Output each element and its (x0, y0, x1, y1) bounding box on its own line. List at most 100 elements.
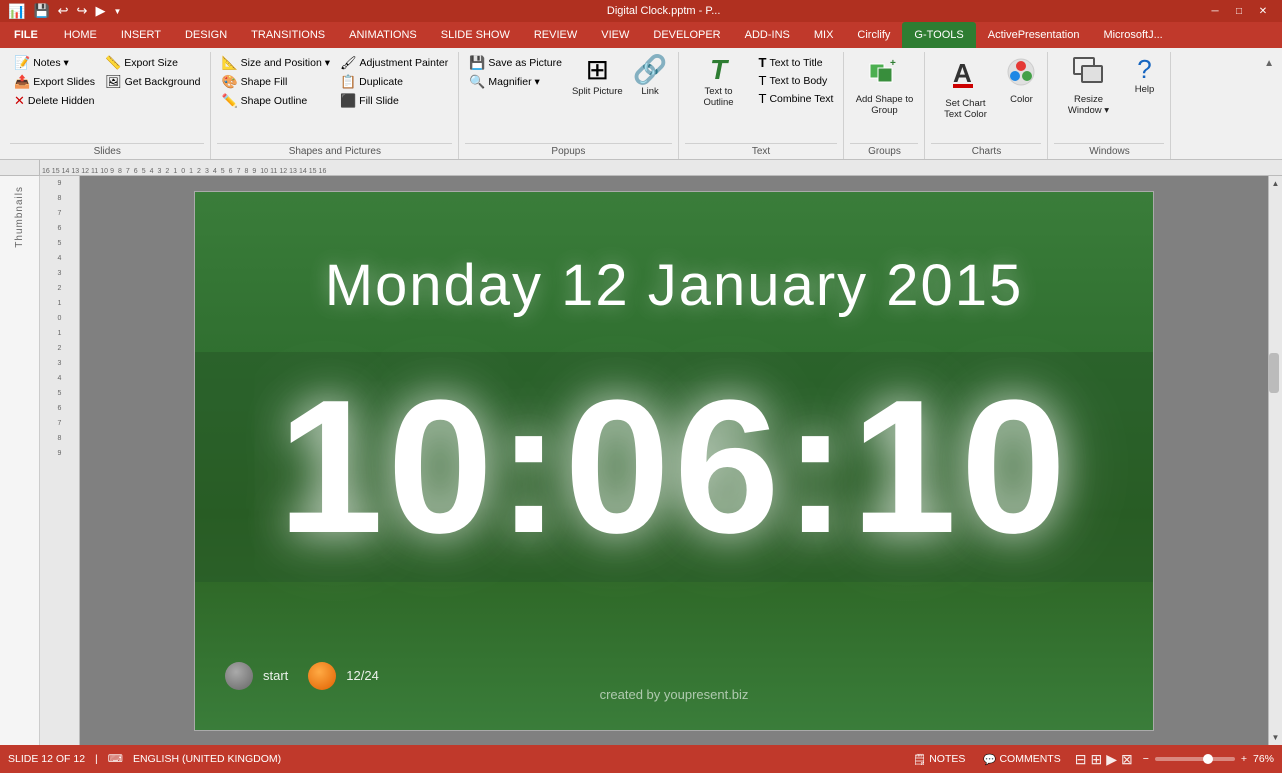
comments-status-button[interactable]: 💬 COMMENTS (979, 751, 1064, 768)
slide-workspace[interactable]: Monday 12 January 2015 10:06:10 created … (80, 176, 1268, 745)
help-button[interactable]: ? Help (1124, 54, 1164, 97)
tab-design[interactable]: DESIGN (173, 22, 239, 48)
clock-band: 10:06:10 (195, 352, 1153, 582)
vertical-scrollbar[interactable]: ▲ ▼ (1268, 176, 1282, 745)
windows-group-content: Resize Window ▾ ? Help (1054, 52, 1164, 143)
delete-hidden-button[interactable]: ✕ Delete Hidden (10, 92, 99, 110)
text-to-title-button[interactable]: T Text to Title (755, 54, 838, 71)
ruler-horizontal: 16 15 14 13 12 11 10 9 8 7 6 5 4 3 2 1 0… (40, 160, 1282, 176)
adjustment-painter-button[interactable]: 🖌 Adjustment Painter (336, 54, 452, 72)
export-size-button[interactable]: 📏 Export Size (101, 54, 204, 72)
magnifier-icon: 🔍 (469, 74, 485, 90)
quick-access-toolbar: 💾 ↩ ↪ ▶ ▼ (31, 2, 123, 20)
add-shape-group-button[interactable]: + Add Shape to Group (850, 54, 918, 119)
fill-slide-button[interactable]: ⬛ Fill Slide (336, 92, 452, 110)
window-title: Digital Clock.pptm - P... (123, 5, 1204, 17)
zoom-thumb[interactable] (1203, 754, 1213, 764)
scroll-thumb[interactable] (1269, 353, 1279, 393)
tab-microsoft[interactable]: MicrosoftJ... (1091, 22, 1174, 48)
slideshow-icon[interactable]: ⊠ (1121, 751, 1133, 768)
tab-insert[interactable]: INSERT (109, 22, 173, 48)
split-picture-icon: ⊞ (586, 56, 609, 84)
tab-view[interactable]: VIEW (589, 22, 641, 48)
tab-review[interactable]: REVIEW (522, 22, 589, 48)
zoom-plus-icon[interactable]: + (1241, 753, 1247, 765)
zoom-minus-icon[interactable]: − (1143, 753, 1149, 765)
run-qat-icon[interactable]: ▶ (93, 2, 107, 20)
text-outline-icon: T (710, 56, 727, 84)
save-as-picture-button[interactable]: 💾 Save as Picture (465, 54, 566, 72)
text-group-content: T Text to Outline T Text to Title T Text… (685, 52, 838, 143)
shape-fill-button[interactable]: 🎨 Shape Fill (217, 73, 334, 91)
scroll-down-arrow[interactable]: ▼ (1272, 730, 1280, 745)
reading-view-icon[interactable]: ▶ (1106, 751, 1117, 768)
duplicate-icon: 📋 (340, 74, 356, 90)
minimize-button[interactable]: ─ (1204, 0, 1226, 22)
ribbon-collapse-button[interactable]: ▲ (1260, 52, 1278, 159)
tab-addins[interactable]: ADD-INS (733, 22, 802, 48)
thumbnails-panel: Thumbnails (0, 176, 40, 745)
tab-gtools[interactable]: G-TOOLS (902, 22, 975, 48)
notes-button[interactable]: 📝 Notes ▾ (10, 54, 99, 72)
split-picture-button[interactable]: ⊞ Split Picture (568, 54, 627, 99)
slide-bottom: start 12/24 (195, 662, 1153, 690)
normal-view-icon[interactable]: ⊟ (1075, 751, 1087, 768)
get-background-button[interactable]: 🖼 Get Background (101, 73, 204, 91)
toggle-circle-button[interactable] (308, 662, 336, 690)
combine-text-button[interactable]: T Combine Text (755, 90, 838, 107)
set-chart-text-color-button[interactable]: A Set Chart Text Color (931, 54, 999, 123)
windows-group-label: Windows (1054, 143, 1164, 159)
tab-circlify[interactable]: Circlify (845, 22, 902, 48)
svg-text:A: A (953, 58, 972, 88)
export-slides-button[interactable]: 📤 Export Slides (10, 73, 99, 91)
clock-time: 10:06:10 (278, 372, 1071, 562)
tab-developer[interactable]: DEVELOPER (641, 22, 732, 48)
add-shape-group-icon: + (868, 56, 900, 92)
text-to-body-button[interactable]: T Text to Body (755, 72, 838, 89)
zoom-level[interactable]: 76% (1253, 753, 1274, 765)
resize-window-icon (1072, 56, 1104, 92)
redo-qat-icon[interactable]: ↪ (75, 2, 90, 20)
ribbon-group-slides: 📝 Notes ▾ 📤 Export Slides ✕ Delete Hidde… (4, 52, 211, 159)
shape-outline-button[interactable]: ✏️ Shape Outline (217, 92, 334, 110)
tab-home[interactable]: HOME (52, 22, 109, 48)
scroll-up-arrow[interactable]: ▲ (1272, 176, 1280, 191)
color-button[interactable]: Color (1001, 54, 1041, 107)
slides-group-content: 📝 Notes ▾ 📤 Export Slides ✕ Delete Hidde… (10, 52, 204, 143)
shape-outline-icon: ✏️ (221, 93, 237, 109)
ruler-area: 16 15 14 13 12 11 10 9 8 7 6 5 4 3 2 1 0… (0, 160, 1282, 176)
tab-file[interactable]: FILE (0, 22, 52, 48)
zoom-control: − + 76% (1143, 753, 1274, 765)
popups-col-sub: 💾 Save as Picture 🔍 Magnifier ▾ (465, 54, 566, 115)
shapes-group-content: 📐 Size and Position ▾ 🎨 Shape Fill ✏️ Sh… (217, 52, 452, 143)
link-button[interactable]: 🔗 Link (629, 54, 672, 99)
help-icon: ? (1137, 56, 1151, 82)
export-slides-icon: 📤 (14, 74, 30, 90)
notes-status-button[interactable]: 🗒 NOTES (909, 751, 970, 768)
undo-qat-icon[interactable]: ↩ (56, 2, 71, 20)
notes-status-label: NOTES (929, 753, 965, 765)
save-qat-icon[interactable]: 💾 (31, 2, 51, 20)
tab-mix[interactable]: MIX (802, 22, 846, 48)
scroll-track[interactable] (1269, 191, 1282, 730)
tab-active-presentation[interactable]: ActivePresentation (976, 22, 1092, 48)
maximize-button[interactable]: □ (1228, 0, 1250, 22)
text-to-outline-button[interactable]: T Text to Outline (685, 54, 753, 111)
size-position-button[interactable]: 📐 Size and Position ▾ (217, 54, 334, 72)
zoom-slider[interactable] (1155, 757, 1235, 761)
duplicate-button[interactable]: 📋 Duplicate (336, 73, 452, 91)
tab-animations[interactable]: ANIMATIONS (337, 22, 429, 48)
qat-dropdown-icon[interactable]: ▼ (111, 6, 123, 17)
ribbon-group-shapes: 📐 Size and Position ▾ 🎨 Shape Fill ✏️ Sh… (211, 52, 459, 159)
tab-slideshow[interactable]: SLIDE SHOW (429, 22, 522, 48)
slide-sorter-icon[interactable]: ⊞ (1090, 751, 1102, 768)
close-button[interactable]: ✕ (1252, 0, 1274, 22)
tab-transitions[interactable]: TRANSITIONS (239, 22, 337, 48)
slide-info: SLIDE 12 OF 12 (8, 753, 85, 765)
start-circle-button[interactable] (225, 662, 253, 690)
slides-col2: 📏 Export Size 🖼 Get Background (101, 54, 204, 91)
resize-window-button[interactable]: Resize Window ▾ (1054, 54, 1122, 119)
magnifier-button[interactable]: 🔍 Magnifier ▾ (465, 73, 566, 91)
text-title-icon: T (759, 55, 767, 70)
ruler-vertical: 9 8 7 6 5 4 3 2 1 0 1 2 3 4 5 6 7 8 9 (40, 176, 80, 745)
